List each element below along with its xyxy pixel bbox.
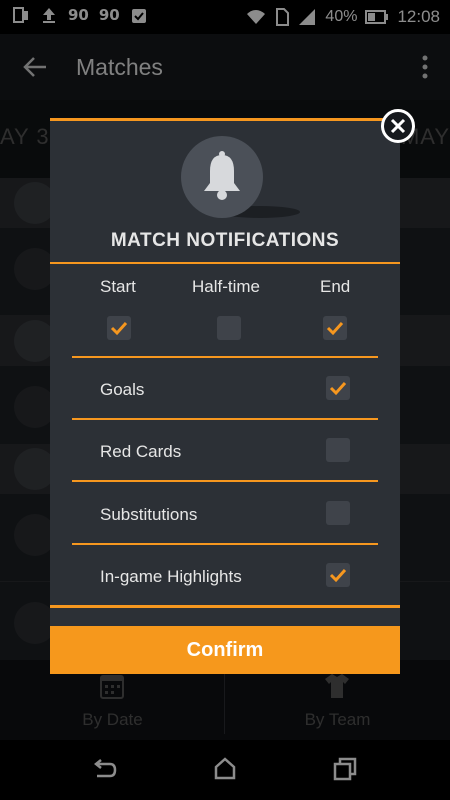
checkmark-icon — [110, 321, 128, 336]
substitutions-checkbox[interactable] — [326, 501, 350, 525]
checkmark-icon — [329, 568, 347, 583]
start-checkbox[interactable] — [107, 316, 131, 340]
match-notifications-dialog: MATCH NOTIFICATIONS Start Half-time End … — [50, 118, 400, 674]
in-game-highlights-label: In-game Highlights — [100, 567, 242, 586]
start-label: Start — [100, 277, 136, 296]
checkmark-icon — [326, 321, 344, 336]
end-checkbox[interactable] — [323, 316, 347, 340]
half-time-checkbox[interactable] — [217, 316, 241, 340]
end-label: End — [320, 277, 351, 296]
row-divider — [72, 356, 378, 358]
title-divider — [50, 262, 400, 264]
goals-label: Goals — [100, 380, 145, 399]
close-button[interactable] — [381, 109, 415, 143]
confirm-button[interactable]: Confirm — [50, 626, 400, 674]
dialog-title: MATCH NOTIFICATIONS — [110, 230, 340, 251]
bell-icon — [204, 151, 240, 200]
bottom-divider — [50, 605, 400, 608]
red-cards-label: Red Cards — [100, 442, 182, 461]
row-divider — [72, 418, 378, 420]
substitutions-label: Substitutions — [100, 505, 198, 524]
half-time-label: Half-time — [192, 277, 261, 296]
row-divider — [72, 543, 378, 545]
bell-badge — [181, 136, 263, 218]
goals-checkbox[interactable] — [326, 376, 350, 400]
row-divider — [72, 480, 378, 482]
in-game-highlights-checkbox[interactable] — [326, 563, 350, 587]
checkmark-icon — [329, 381, 347, 396]
close-icon — [390, 118, 406, 134]
red-cards-checkbox[interactable] — [326, 438, 350, 462]
